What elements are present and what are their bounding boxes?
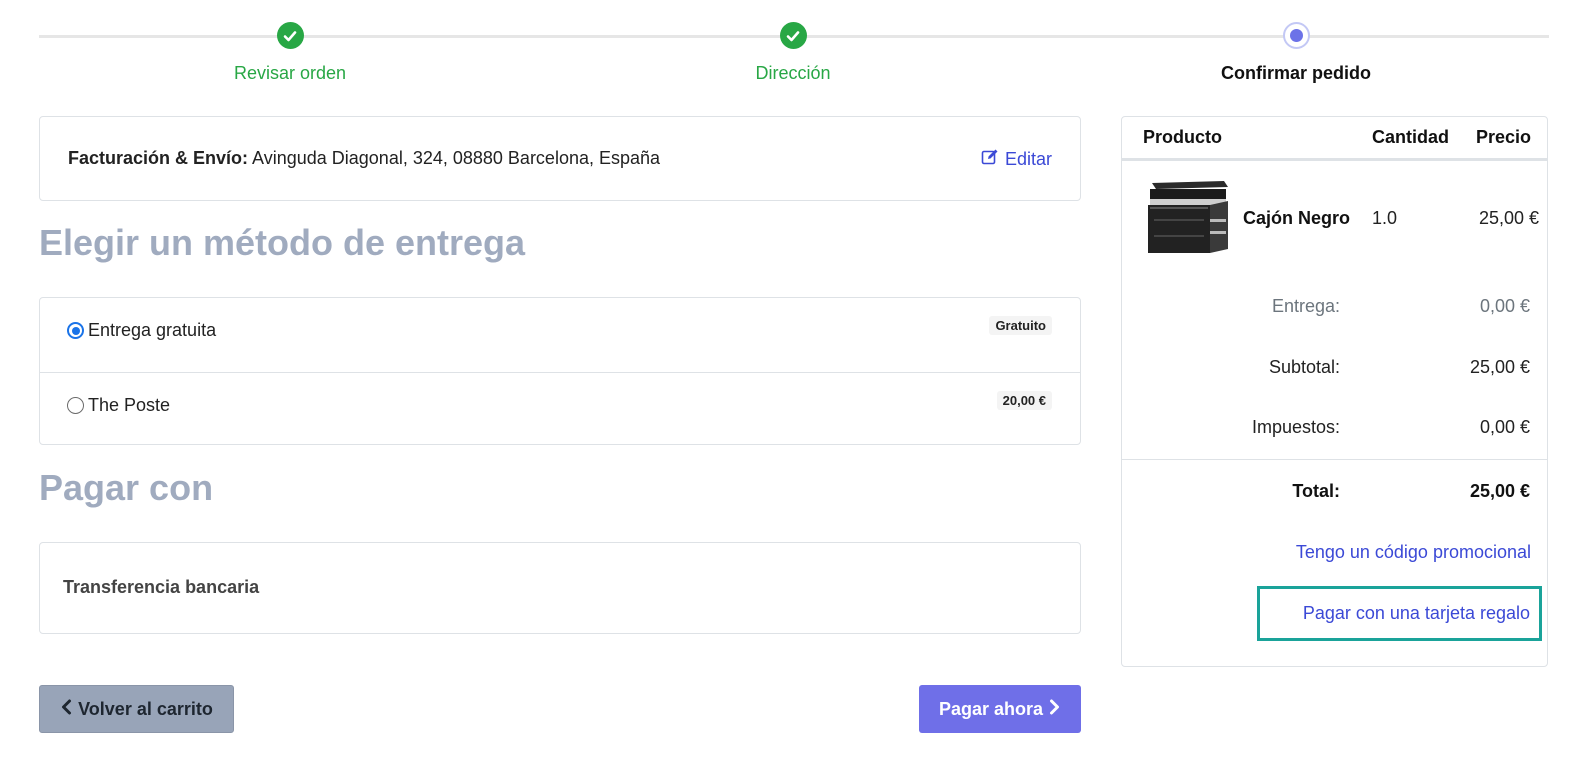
step-address: Dirección (643, 22, 943, 84)
payment-title: Pagar con (39, 467, 214, 508)
check-circle-icon (779, 22, 807, 49)
chevron-left-icon (60, 699, 72, 720)
divider (1122, 459, 1547, 460)
check-circle-icon (276, 22, 304, 49)
taxes-label: Impuestos: (1251, 417, 1340, 437)
step-label: Dirección (755, 63, 831, 83)
step-review-order: Revisar orden (140, 22, 440, 84)
back-to-cart-button[interactable]: Volver al carrito (39, 685, 234, 733)
delivery-option-free[interactable]: Entrega gratuita Gratuito (40, 298, 1080, 372)
pay-now-button[interactable]: Pagar ahora (919, 685, 1081, 733)
taxes-value: 0,00 € (1479, 417, 1530, 437)
current-step-icon (1282, 22, 1310, 49)
header-price: Precio (1476, 127, 1532, 147)
billing-address: Facturación & Envío: Avinguda Diagonal, … (68, 148, 660, 169)
delivery-option-label: Entrega gratuita (88, 320, 217, 340)
pay-label: Pagar ahora (938, 698, 1044, 719)
billing-shipping-card: Facturación & Envío: Avinguda Diagonal, … (39, 116, 1081, 201)
summary-header: Producto Cantidad Precio (1122, 117, 1547, 161)
subtotal-label: Subtotal: (1268, 357, 1340, 377)
delivery-option-the-poste[interactable]: The Poste 20,00 € (40, 372, 1080, 446)
delivery-label: Entrega: (1271, 296, 1340, 316)
delivery-options: Entrega gratuita Gratuito The Poste 20,0… (39, 297, 1081, 445)
delivery-option-label: The Poste (88, 395, 171, 415)
edit-label: Editar (1004, 149, 1052, 169)
step-label: Revisar orden (233, 63, 347, 83)
billing-label: Facturación & Envío: (68, 148, 249, 168)
promo-code-link[interactable]: Tengo un código promocional (1296, 542, 1531, 563)
radio-button[interactable] (67, 397, 84, 414)
step-confirm-order: Confirmar pedido (1146, 22, 1446, 84)
total-label: Total: (1292, 481, 1340, 501)
delivery-method-title: Elegir un método de entrega (39, 222, 526, 263)
chevron-right-icon (1049, 699, 1061, 720)
price-badge: 20,00 € (996, 391, 1052, 410)
price-badge: Gratuito (989, 316, 1052, 335)
step-label: Confirmar pedido (1220, 63, 1371, 83)
billing-address-value: Avinguda Diagonal, 324, 08880 Barcelona,… (252, 148, 661, 168)
product-price: 25,00 € (1478, 208, 1539, 228)
product-image (1144, 179, 1230, 259)
order-summary: Producto Cantidad Precio Cajón Negro 1.0… (1121, 116, 1548, 667)
header-quantity: Cantidad (1372, 127, 1450, 147)
gift-card-highlight (1257, 586, 1542, 641)
payment-method-label: Transferencia bancaria (63, 577, 260, 597)
edit-address-link[interactable]: Editar (981, 148, 1052, 171)
total-value: 25,00 € (1469, 481, 1530, 501)
product-quantity: 1.0 (1372, 208, 1398, 228)
delivery-value: 0,00 € (1479, 296, 1530, 316)
product-name: Cajón Negro (1243, 208, 1351, 228)
radio-button[interactable] (67, 322, 84, 339)
back-label: Volver al carrito (78, 698, 213, 719)
header-product: Producto (1143, 127, 1222, 147)
subtotal-value: 25,00 € (1469, 357, 1530, 377)
edit-icon (981, 148, 999, 171)
payment-method-card[interactable]: Transferencia bancaria (39, 542, 1081, 634)
